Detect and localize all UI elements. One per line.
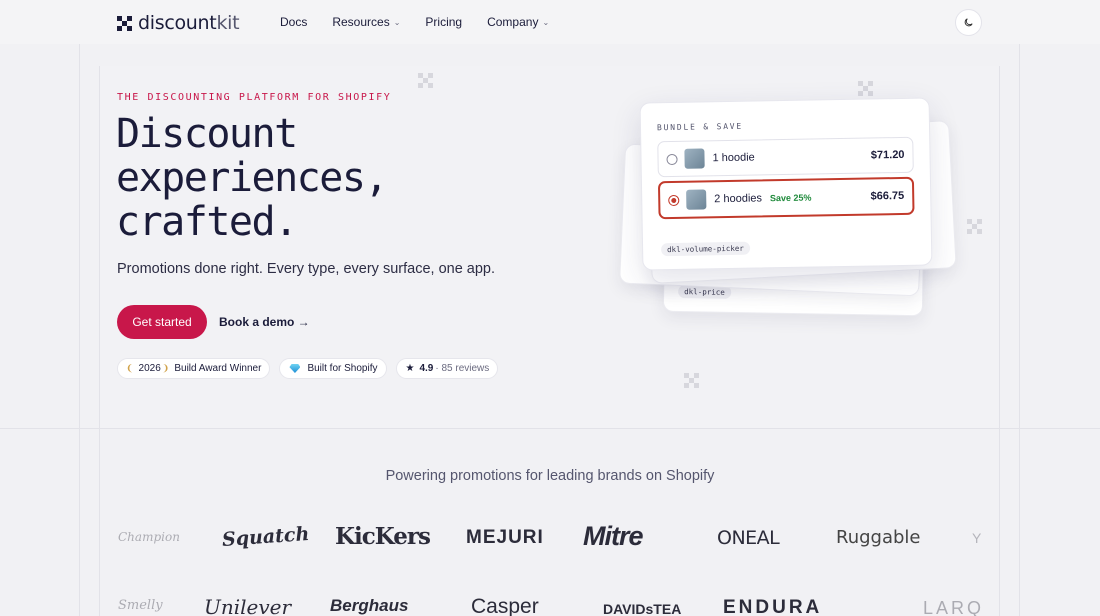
laurel-icon: ❨ — [126, 363, 134, 373]
option-label: 2 hoodies — [714, 192, 763, 206]
brand-logo: KicKers — [335, 523, 431, 550]
nav-link-docs[interactable]: Docs — [280, 15, 307, 29]
shopify-badge: Built for Shopify — [279, 358, 388, 379]
brand-logo: Champion — [118, 530, 180, 544]
award-label: Build Award Winner — [174, 363, 262, 374]
frame-line — [79, 44, 80, 616]
logo-text: discountkit — [138, 12, 240, 34]
brand-logo: Unilever — [204, 595, 292, 616]
bundle-option-selected[interactable]: 2 hoodies Save 25% $66.75 — [657, 176, 915, 220]
option-price: $71.20 — [870, 148, 905, 162]
brand-logo: Mitre — [583, 521, 644, 551]
option-price: $66.75 — [870, 189, 905, 203]
star-icon: ★ — [405, 363, 415, 374]
bundle-widget-card: BUNDLE & SAVE 1 hoodie $71.20 2 hoodies … — [639, 97, 933, 271]
headline-line: experiences, — [116, 155, 388, 201]
brand-logo: Berghaus — [330, 596, 409, 615]
hoodie-thumbnail — [686, 189, 707, 210]
chevron-down-icon: ⌄ — [542, 17, 550, 27]
theme-toggle-button[interactable] — [955, 9, 982, 36]
top-nav: discountkit Docs Resources ⌄ Pricing Comp… — [0, 0, 1100, 44]
diamond-icon — [289, 364, 301, 373]
nav-link-resources[interactable]: Resources ⌄ — [332, 15, 400, 29]
brand-logo: Smelly — [118, 598, 163, 613]
nav-links: Docs Resources ⌄ Pricing Company ⌄ — [280, 15, 574, 29]
award-badge: ❨ 2026 ❩ Build Award Winner — [117, 358, 271, 379]
frame-line — [1019, 44, 1020, 616]
chevron-down-icon: ⌄ — [393, 17, 401, 27]
frame-line — [99, 66, 100, 616]
brand-logo: ONEAL — [717, 527, 780, 549]
bundle-eyebrow: BUNDLE & SAVE — [656, 121, 744, 133]
nav-link-pricing[interactable]: Pricing — [425, 15, 462, 29]
laurel-icon: ❩ — [161, 363, 170, 373]
nav-link-company[interactable]: Company ⌄ — [487, 15, 549, 29]
decor-pattern-icon — [858, 81, 874, 97]
book-demo-link[interactable]: Book a demo → — [219, 315, 310, 329]
shopify-label: Built for Shopify — [307, 363, 378, 374]
radio-button[interactable] — [668, 194, 680, 206]
hero-headline: Discount experiences, crafted. — [116, 112, 516, 244]
brand-logo: DAVIDsTEA — [603, 601, 682, 616]
hero-eyebrow: THE DISCOUNTING PLATFORM FOR SHOPIFY — [117, 92, 392, 103]
logo-mark-icon — [117, 15, 132, 31]
brand-logo: LARQ — [923, 598, 985, 616]
brand-logo: Ruggable — [836, 527, 921, 548]
decor-pattern-icon — [967, 219, 983, 235]
component-tag-label: dkl-volume-picker — [661, 241, 750, 257]
decor-pattern-icon — [418, 73, 434, 89]
brand-logo: Casper — [471, 595, 539, 616]
brand-logo: ENDURA — [723, 597, 823, 616]
rating-value: 4.9 — [419, 363, 434, 374]
save-badge: Save 25% — [769, 192, 812, 204]
headline-line: Discount — [116, 111, 298, 157]
hoodie-thumbnail — [684, 148, 705, 169]
brand-logo: Y — [972, 530, 982, 546]
rating-badge: ★ 4.9 · 85 reviews — [396, 358, 499, 379]
review-count: · 85 reviews — [435, 363, 490, 374]
get-started-button[interactable]: Get started — [117, 305, 207, 339]
option-label: 1 hoodie — [712, 151, 755, 165]
bundle-option[interactable]: 1 hoodie $71.20 — [657, 136, 914, 178]
section-divider — [0, 428, 1100, 429]
brands-title: Powering promotions for leading brands o… — [385, 468, 715, 484]
brand-logo: MEJURI — [466, 527, 544, 548]
brand-logo: Squatch — [221, 522, 310, 552]
radio-button[interactable] — [666, 153, 678, 165]
frame-line — [999, 66, 1000, 616]
headline-line: crafted. — [116, 199, 298, 245]
award-year: 2026 — [138, 363, 161, 374]
hero-subhead: Promotions done right. Every type, every… — [117, 261, 496, 277]
decor-pattern-icon — [684, 373, 700, 389]
badge-row: ❨ 2026 ❩ Build Award Winner Built for Shop… — [117, 358, 499, 379]
logo[interactable]: discountkit — [117, 12, 240, 34]
moon-icon — [964, 18, 973, 27]
